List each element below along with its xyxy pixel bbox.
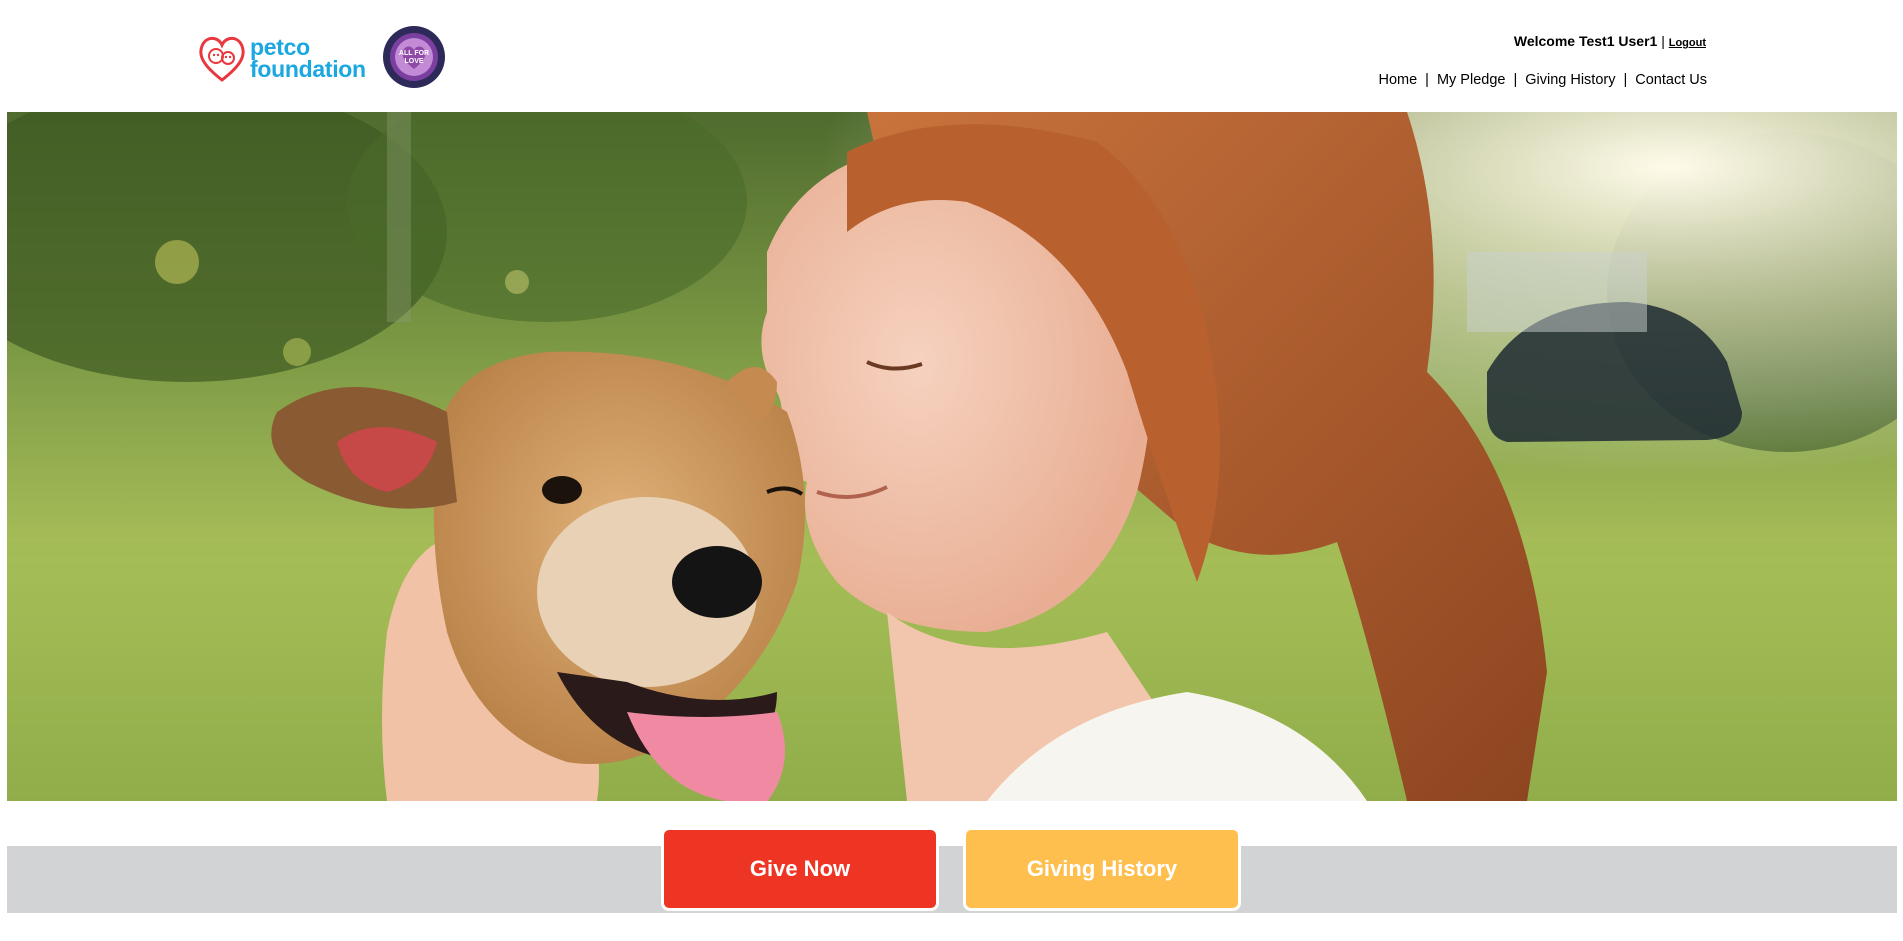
svg-text:ALL FOR: ALL FOR (399, 50, 429, 57)
nav-my-pledge[interactable]: My Pledge (1437, 72, 1506, 88)
nav-giving-history[interactable]: Giving History (1525, 72, 1615, 88)
logo-wordmark: petco foundation (250, 34, 366, 82)
nav-contact-us[interactable]: Contact Us (1635, 72, 1707, 88)
logo-line1: petco (250, 34, 310, 60)
woman-kissing-dog-photo (7, 112, 1897, 801)
svg-text:LOVE: LOVE (404, 58, 423, 65)
give-now-button[interactable]: Give Now (661, 827, 939, 911)
nav-separator: | (1623, 72, 1628, 88)
site-header: petco foundation ALL FOR LOVE Welcome Te… (0, 0, 1903, 112)
petco-foundation-logo[interactable]: petco foundation (198, 30, 366, 86)
hero-banner (7, 112, 1897, 801)
main-nav: Home | My Pledge | Giving History | Contact Us (1378, 72, 1707, 88)
welcome-separator: | (1661, 33, 1665, 49)
nav-separator: | (1513, 72, 1518, 88)
heart-pets-icon (199, 36, 245, 82)
nav-home[interactable]: Home (1378, 72, 1417, 88)
logout-link[interactable]: Logout (1669, 37, 1706, 49)
all-for-love-badge: ALL FOR LOVE (383, 26, 445, 88)
giving-history-button[interactable]: Giving History (963, 827, 1241, 911)
welcome-text: Welcome Test1 User1 (1513, 33, 1658, 49)
action-band (7, 846, 1897, 913)
logo-line2: foundation (250, 56, 366, 82)
nav-separator: | (1425, 72, 1429, 88)
welcome-bar: Welcome Test1 User1 | Logout (1514, 33, 1706, 49)
